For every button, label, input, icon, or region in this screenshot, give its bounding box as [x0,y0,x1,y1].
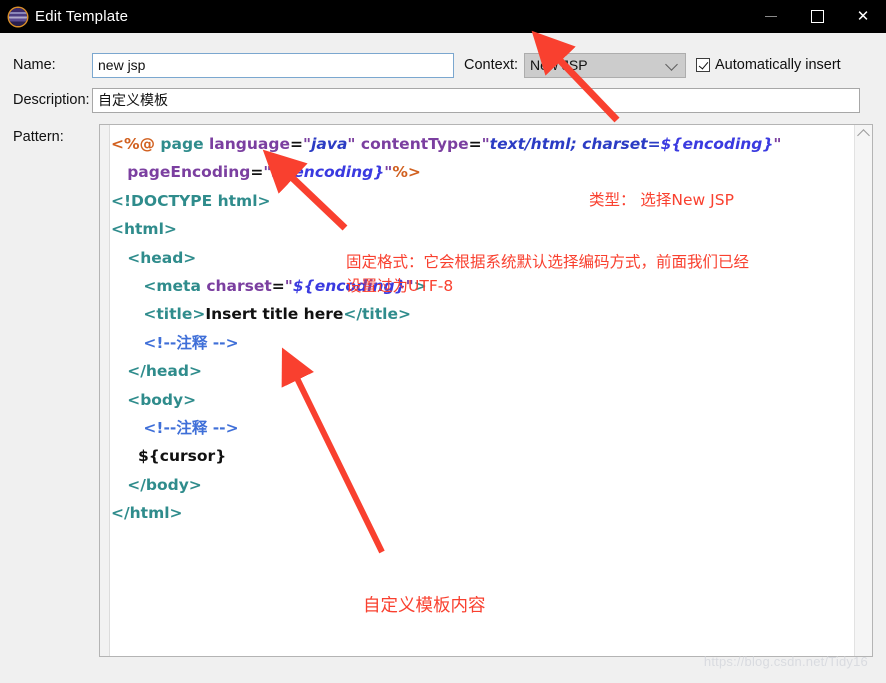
code-token: " [773,135,782,153]
name-input[interactable]: new jsp [92,52,454,78]
annotation-template-content: 自定义模板内容 [363,596,486,616]
code-token: contentType [360,135,469,153]
code-token: = [271,276,285,295]
code-line: <title>Insert title here</title> [111,300,848,328]
automatically-insert-label: Automatically insert [715,57,841,73]
code-token: %> [392,163,421,182]
code-token: </body> [127,475,202,494]
code-token: ${encoding} [660,135,774,153]
pattern-label: Pattern: [13,129,64,145]
code-line: <body> [111,386,848,414]
description-row: Description: 自定义模板 [0,87,886,113]
code-token: <%@ [111,135,161,153]
context-dropdown[interactable]: New JSP [524,52,686,78]
edit-template-dialog: Name: new jsp Context: New JSP Automatic… [0,33,886,683]
code-token: </head> [127,362,202,381]
window-title: Edit Template [35,8,129,25]
annotation-fixed-format-line1: 固定格式：它会根据系统默认选择编码方式，前面我们已经 [346,253,750,271]
minimize-icon [765,16,777,17]
code-token: " [347,135,361,153]
editor-vertical-scrollbar[interactable] [854,125,872,656]
scroll-up-arrow-icon[interactable] [856,129,870,142]
code-token: </html> [111,504,183,523]
code-token: <body> [127,390,197,409]
code-line: </head> [111,357,848,385]
code-token: java [311,135,348,153]
code-line: <!--注释 --> [111,329,848,357]
context-label: Context: [464,57,518,73]
code-token: charset [206,276,272,295]
code-token: ${cursor} [137,447,227,466]
description-input[interactable]: 自定义模板 [92,87,860,113]
checkbox-icon [696,58,710,72]
pattern-code-text[interactable]: <%@ page language="java" contentType="te… [111,130,848,527]
automatically-insert-checkbox[interactable]: Automatically insert [696,57,841,73]
window-titlebar: Edit Template ✕ [0,0,886,33]
editor-gutter [100,125,110,656]
window-controls: ✕ [748,0,886,33]
code-token: <!DOCTYPE html> [111,191,271,210]
code-token: pageEncoding [127,163,251,182]
minimize-button[interactable] [748,0,794,33]
pattern-code-editor[interactable]: <%@ page language="java" contentType="te… [99,124,873,657]
code-line: </html> [111,499,848,527]
code-token: <html> [111,220,177,239]
code-line: </body> [111,471,848,499]
code-token: ${encoding} [271,163,385,182]
code-token: page [160,135,209,153]
code-token: = [290,135,303,153]
annotation-context-type: 类型： 选择New JSP [589,191,734,209]
code-token: </title> [343,305,411,324]
code-token: <!--注释 --> [143,418,239,437]
description-label: Description: [13,92,90,108]
code-token: = [250,163,264,182]
code-token: Insert title here [205,305,344,324]
code-line: <%@ page language="java" contentType="te… [111,130,848,158]
code-line: <!--注释 --> [111,414,848,442]
code-line: <html> [111,215,848,243]
close-button[interactable]: ✕ [840,0,886,33]
code-token: = [468,135,482,153]
name-row: Name: new jsp Context: New JSP Automatic… [0,52,886,78]
annotation-fixed-format: 固定格式：它会根据系统默认选择编码方式，前面我们已经 设置过为UTF-8 [346,250,749,298]
code-token: <!--注释 --> [143,333,239,352]
code-token: " [284,276,293,295]
code-token: <title> [143,305,206,324]
code-line: ${cursor} [111,442,848,470]
context-dropdown-value: New JSP [530,57,588,73]
name-label: Name: [13,57,56,73]
watermark-text: https://blog.csdn.net/Tidy16 [703,654,868,669]
code-token: " [481,135,490,153]
code-token: text/html; charset= [489,135,661,153]
code-line: pageEncoding="${encoding}"%> [111,158,848,186]
code-token: <meta [143,276,207,295]
code-token: <head> [127,248,197,267]
annotation-fixed-format-line2: 设置过为UTF-8 [346,277,454,295]
eclipse-logo-icon [9,7,27,26]
code-line: <!DOCTYPE html> [111,187,848,215]
code-token: " [303,135,312,153]
code-token: language [208,135,290,153]
chevron-down-icon [665,58,678,71]
maximize-icon [810,10,824,23]
maximize-button[interactable] [794,0,840,33]
